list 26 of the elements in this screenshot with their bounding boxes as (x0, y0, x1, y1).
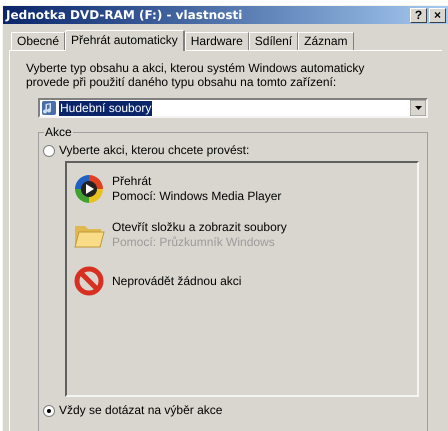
action-item[interactable]: Neprovádět žádnou akci (73, 264, 417, 298)
action-title: Otevřít složku a zobrazit soubory (112, 220, 287, 235)
radio-label[interactable]: Vždy se dotázat na výběr akce (59, 403, 222, 418)
radio-button[interactable] (43, 144, 55, 156)
radio-label[interactable]: Vyberte akci, kterou chcete provést: (59, 143, 250, 158)
close-button[interactable]: × (429, 8, 446, 22)
action-subtitle: Pomocí: Průzkumník Windows (112, 235, 276, 250)
action-title: Neprovádět žádnou akci (112, 274, 242, 288)
instructions-text: Vyberte typ obsahu a akci, kterou systém Windows automaticky provede při použití daného typu obsahu na tomto zařízení: (26, 61, 366, 89)
dropdown-arrow-icon[interactable] (410, 100, 426, 116)
tab[interactable]: Přehrát automaticky (65, 30, 185, 51)
content-type-dropdown[interactable]: Hudební soubory (38, 98, 428, 118)
dropdown-value: Hudební soubory (59, 100, 152, 116)
help-button[interactable]: ? (410, 8, 427, 22)
music-note-icon (42, 101, 56, 115)
action-title: Přehrát (112, 174, 152, 189)
action-item[interactable]: Přehrát Pomocí: Windows Media Player (73, 172, 417, 206)
play-icon (73, 173, 105, 205)
tab[interactable]: Obecné (11, 32, 66, 50)
tab[interactable]: Hardware (184, 32, 249, 50)
tab[interactable]: Záznam (298, 32, 354, 50)
prohibited-icon (73, 265, 105, 297)
window-title: Jednotka DVD-RAM (F:) - vlastnosti (6, 7, 244, 24)
action-subtitle: Pomocí: Windows Media Player (112, 189, 282, 204)
radio-button[interactable] (43, 404, 55, 416)
tab[interactable]: Sdílení (248, 32, 298, 50)
